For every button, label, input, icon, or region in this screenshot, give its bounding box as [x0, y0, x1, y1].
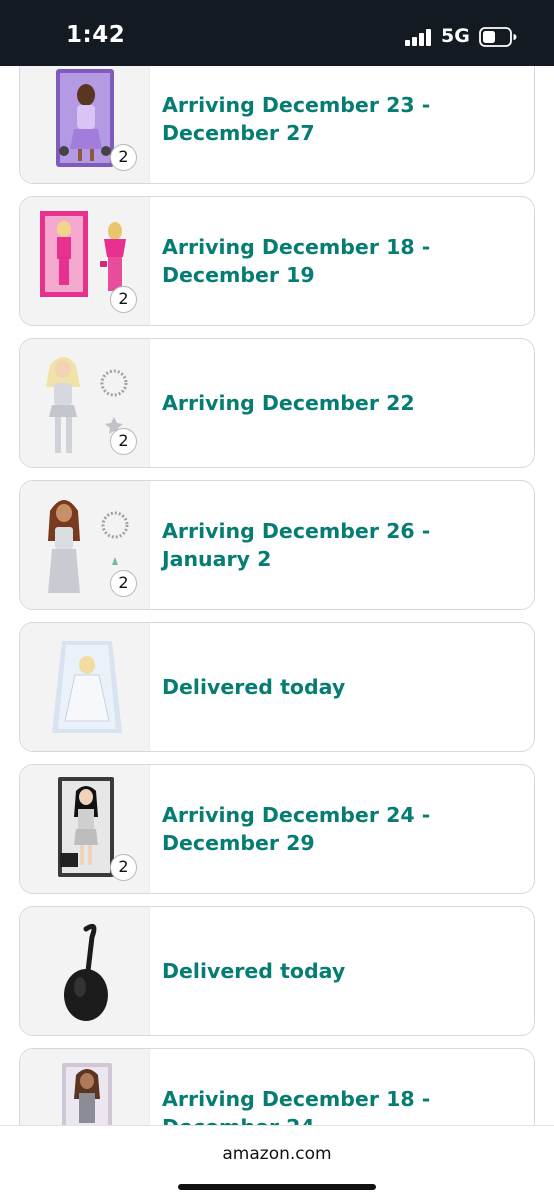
browser-bottom-bar: amazon.com	[0, 1125, 554, 1200]
delivery-status[interactable]: Delivered today	[162, 907, 512, 1035]
url-label[interactable]: amazon.com	[0, 1144, 554, 1164]
quantity-badge: 2	[110, 854, 137, 881]
bulb-image	[64, 923, 108, 1021]
delivery-status[interactable]: Arriving December 22	[162, 339, 512, 467]
order-card[interactable]: 2 Arriving December 18 - December 19	[19, 196, 535, 326]
product-thumbnail[interactable]: 2	[20, 55, 150, 183]
battery-icon	[479, 27, 517, 47]
product-thumbnail[interactable]: 2	[20, 481, 150, 609]
order-card[interactable]: 2 Arriving December 26 - January 2	[19, 480, 535, 610]
delivery-status[interactable]: Arriving December 26 - January 2	[162, 481, 512, 609]
product-thumbnail[interactable]: 2	[20, 765, 150, 893]
order-card[interactable]: Delivered today	[19, 906, 535, 1036]
product-thumbnail[interactable]	[20, 907, 150, 1035]
delivery-status[interactable]: Delivered today	[162, 623, 512, 751]
status-bar: 1:42 5G	[0, 0, 554, 66]
order-card[interactable]: 2 Arriving December 24 - December 29	[19, 764, 535, 894]
home-indicator[interactable]	[178, 1184, 376, 1190]
order-card[interactable]: Delivered today	[19, 622, 535, 752]
quantity-badge: 2	[110, 286, 137, 313]
doll-box-image	[52, 641, 122, 733]
status-time: 1:42	[66, 22, 126, 48]
quantity-badge: 2	[110, 428, 137, 455]
delivery-status[interactable]: Arriving December 24 - December 29	[162, 765, 512, 893]
delivery-status[interactable]: Arriving December 18 - December 19	[162, 197, 512, 325]
quantity-badge: 2	[110, 144, 137, 171]
cellular-signal-icon	[405, 28, 433, 46]
product-thumbnail[interactable]: 2	[20, 197, 150, 325]
network-label: 5G	[441, 25, 470, 47]
quantity-badge: 2	[110, 570, 137, 597]
order-card[interactable]: 2 Arriving December 23 - December 27	[19, 54, 535, 184]
delivery-status[interactable]: Arriving December 23 - December 27	[162, 55, 512, 183]
order-card[interactable]: 2 Arriving December 22	[19, 338, 535, 468]
product-thumbnail[interactable]: 2	[20, 339, 150, 467]
product-thumbnail[interactable]	[20, 623, 150, 751]
